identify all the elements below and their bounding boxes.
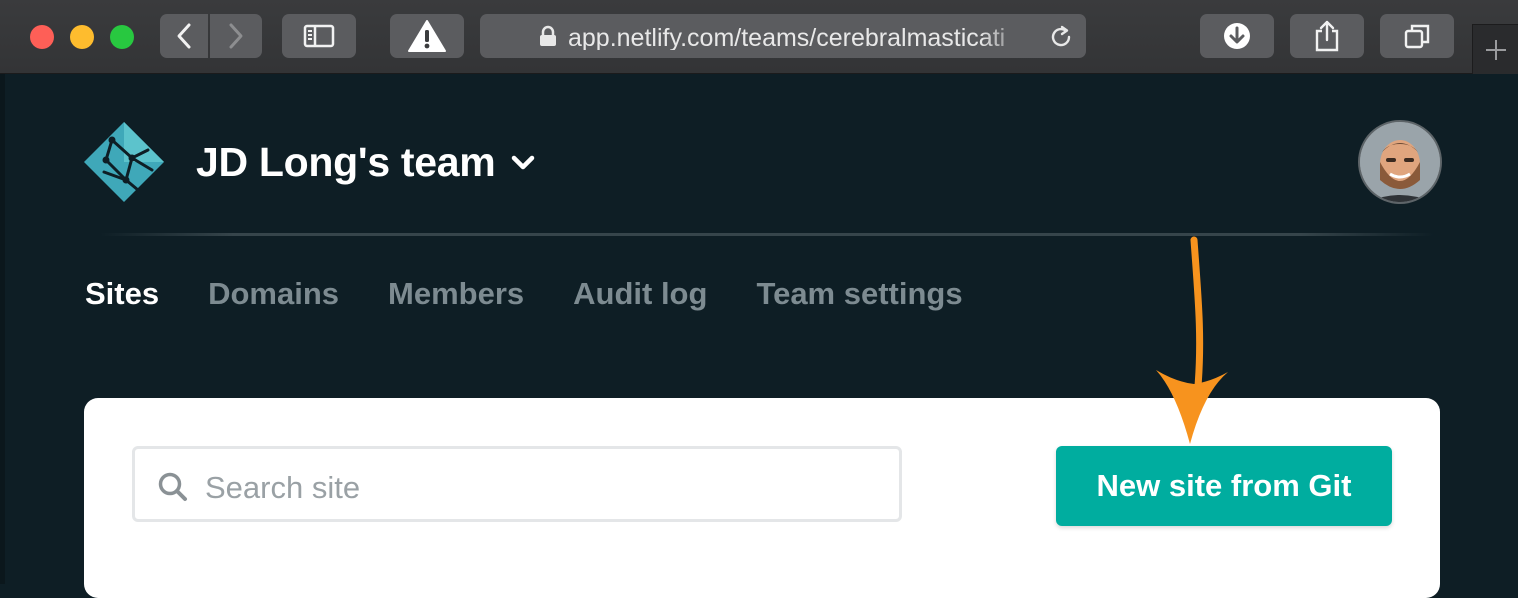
- browser-toolbar: app.netlify.com/teams/cerebralmasticati: [0, 0, 1518, 74]
- warning-icon: [408, 20, 446, 52]
- back-button[interactable]: [160, 14, 208, 58]
- team-nav: Sites Domains Members Audit log Team set…: [85, 276, 963, 312]
- window-edge: [0, 74, 5, 584]
- address-bar[interactable]: app.netlify.com/teams/cerebralmasticati: [480, 14, 1086, 58]
- new-tab-button[interactable]: [1472, 24, 1518, 74]
- chevron-right-icon: [229, 23, 243, 49]
- url-fade: [980, 14, 1030, 58]
- tabs-overview-icon: [1404, 24, 1430, 49]
- tab-team-settings[interactable]: Team settings: [756, 276, 962, 312]
- team-name: JD Long's team: [196, 139, 496, 185]
- chevron-left-icon: [177, 23, 191, 49]
- share-button[interactable]: [1290, 14, 1364, 58]
- search-placeholder: Search site: [205, 470, 361, 505]
- sites-card: Search site New site from Git: [84, 398, 1440, 598]
- warning-button[interactable]: [390, 14, 464, 58]
- user-avatar[interactable]: [1360, 122, 1440, 202]
- annotation-arrow-icon: [1156, 236, 1228, 444]
- tab-members[interactable]: Members: [388, 276, 524, 312]
- url-text: app.netlify.com/teams/cerebralmasticati: [568, 24, 1006, 50]
- tab-sites[interactable]: Sites: [85, 276, 159, 312]
- chevron-down-icon: [512, 155, 535, 169]
- search-icon: [158, 472, 187, 501]
- reload-icon[interactable]: [1048, 24, 1074, 50]
- tab-audit-log[interactable]: Audit log: [573, 276, 707, 312]
- close-window-button[interactable]: [30, 25, 54, 49]
- lock-icon: [540, 25, 556, 46]
- plus-icon: [1486, 39, 1506, 60]
- forward-button[interactable]: [210, 14, 262, 58]
- tab-overview-button[interactable]: [1380, 14, 1454, 58]
- downloads-button[interactable]: [1200, 14, 1274, 58]
- share-icon: [1315, 20, 1339, 52]
- zoom-window-button[interactable]: [110, 25, 134, 49]
- user-avatar-image: [1360, 122, 1440, 202]
- sidebar-icon: [303, 24, 335, 48]
- site-search-input[interactable]: Search site: [132, 446, 902, 522]
- tab-domains[interactable]: Domains: [208, 276, 339, 312]
- sidebar-toggle-button[interactable]: [282, 14, 356, 58]
- team-switcher[interactable]: JD Long's team: [196, 139, 535, 186]
- minimize-window-button[interactable]: [70, 25, 94, 49]
- netlify-logo-icon[interactable]: [82, 120, 166, 204]
- new-site-from-git-button[interactable]: New site from Git: [1056, 446, 1392, 526]
- download-icon: [1224, 23, 1250, 49]
